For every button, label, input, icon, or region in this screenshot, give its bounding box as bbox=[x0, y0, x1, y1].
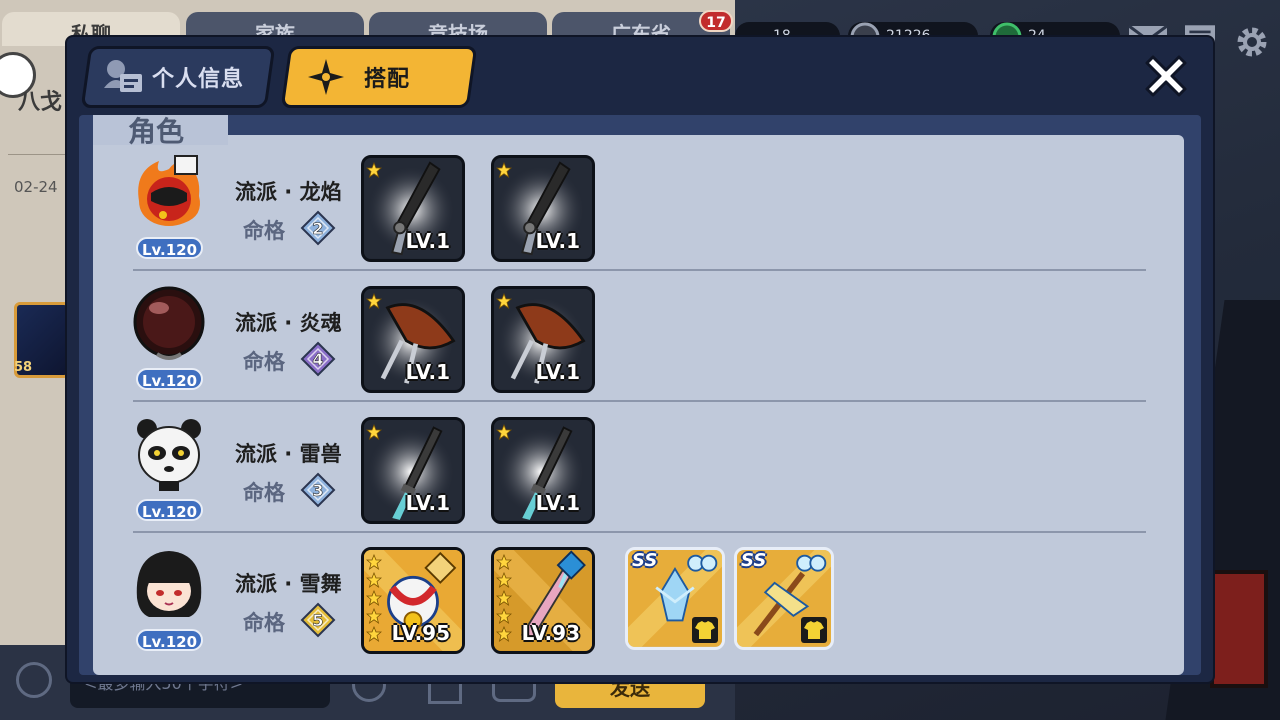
star-icon bbox=[365, 625, 383, 642]
tab-personal-info-label: 个人信息 bbox=[152, 67, 245, 92]
equipment-level: LV.1 bbox=[405, 360, 450, 384]
star-icon bbox=[365, 292, 383, 309]
character-level-badge: Lv.120 bbox=[136, 499, 203, 521]
row-divider bbox=[133, 269, 1146, 271]
fate-rank-value: 3 bbox=[312, 481, 323, 500]
fate-rank-value: 4 bbox=[312, 350, 323, 369]
chat-date: 02-24 bbox=[14, 178, 58, 196]
voice-icon[interactable] bbox=[16, 662, 52, 698]
fate-label: 命格 bbox=[243, 350, 285, 374]
equipment-slot[interactable]: LV.93 bbox=[491, 547, 595, 654]
character-row: Lv.120 流派 · 雷兽命格 3 LV.1 LV.1 bbox=[93, 403, 1184, 534]
chat-contact-name: 八戈 bbox=[18, 90, 63, 115]
star-icon bbox=[365, 607, 383, 624]
character-school: 流派 · 炎魂 bbox=[235, 311, 342, 335]
star-icon bbox=[365, 161, 383, 178]
card-rarity-label: SS bbox=[741, 550, 767, 571]
equipment-slot[interactable]: LV.1 bbox=[361, 155, 465, 262]
character-school: 流派 · 龙焰 bbox=[235, 180, 342, 204]
character-row: Lv.120 流派 · 炎魂命格 4 LV.1 LV.1 bbox=[93, 272, 1184, 403]
equipment-slot[interactable]: LV.1 bbox=[491, 155, 595, 262]
equipment-level: LV.1 bbox=[535, 491, 580, 515]
fate-label: 命格 bbox=[243, 219, 285, 243]
equipment-slot[interactable]: LV.95 bbox=[361, 547, 465, 654]
equipment-level: LV.1 bbox=[405, 229, 450, 253]
fate-rank-icon: 2 bbox=[300, 210, 336, 246]
fate-label: 命格 bbox=[243, 481, 285, 505]
panda-avatar[interactable] bbox=[129, 413, 209, 493]
character-school: 流派 · 雷兽 bbox=[235, 442, 342, 466]
shirt-icon bbox=[692, 617, 718, 643]
ss-card[interactable]: SS bbox=[734, 547, 834, 650]
star-icon bbox=[495, 589, 513, 606]
black-hair-girl-avatar[interactable] bbox=[129, 543, 209, 623]
profile-card-icon bbox=[104, 60, 142, 92]
equipment-slot[interactable]: LV.1 bbox=[361, 417, 465, 524]
red-lantern bbox=[1210, 570, 1268, 688]
shirt-icon bbox=[801, 617, 827, 643]
content-frame: Lv.120 流派 · 龙焰 命格 2 LV.1 LV.1 Lv.120 流派 … bbox=[79, 115, 1201, 675]
fire-ninja-avatar[interactable] bbox=[129, 151, 209, 231]
star-icon bbox=[495, 553, 513, 570]
character-level-badge: Lv.120 bbox=[136, 237, 203, 259]
tab-loadout[interactable]: 搭配 bbox=[280, 46, 478, 108]
star-icon bbox=[495, 607, 513, 624]
unread-badge: 17 bbox=[699, 10, 733, 32]
equipment-slot[interactable]: LV.1 bbox=[491, 417, 595, 524]
star-icon bbox=[365, 589, 383, 606]
tab-loadout-label: 搭配 bbox=[364, 67, 411, 92]
equipment-level: LV.93 bbox=[521, 621, 580, 645]
fate-rank-icon: 3 bbox=[300, 472, 336, 508]
gear-icon[interactable] bbox=[1234, 24, 1270, 60]
card-rarity-label: SS bbox=[632, 550, 658, 571]
star-icon bbox=[495, 161, 513, 178]
fate-rank-icon: 4 bbox=[300, 341, 336, 377]
fate-rank-value: 5 bbox=[312, 611, 323, 630]
chat-thumb-level: 58 bbox=[14, 360, 33, 375]
star-icon bbox=[495, 571, 513, 588]
character-level-badge: Lv.120 bbox=[136, 629, 203, 651]
fate-rank-value: 2 bbox=[312, 219, 323, 238]
character-row: Lv.120 流派 · 雪舞 命格 5 LV.95 LV.93 SS SS bbox=[93, 533, 1184, 664]
character-list-panel: Lv.120 流派 · 龙焰 命格 2 LV.1 LV.1 Lv.120 流派 … bbox=[93, 135, 1184, 675]
equipment-level: LV.1 bbox=[535, 360, 580, 384]
equipment-slot[interactable]: LV.1 bbox=[361, 286, 465, 393]
equipment-level: LV.95 bbox=[391, 621, 450, 645]
fate-rank-icon: 5 bbox=[300, 602, 336, 638]
character-level-badge: Lv.120 bbox=[136, 368, 203, 390]
tab-personal-info[interactable]: 个人信息 bbox=[80, 46, 276, 108]
character-school: 流派 · 雪舞 bbox=[235, 572, 342, 596]
equipment-level: LV.1 bbox=[405, 491, 450, 515]
player-info-dialog: 个人信息 搭配 Lv.120 流派 · 龙焰 命格 2 LV.1 LV.1 Lv… bbox=[67, 37, 1213, 682]
star-icon bbox=[495, 625, 513, 642]
character-row: Lv.120 流派 · 龙焰命格 2 LV.1 LV.1 bbox=[93, 141, 1184, 272]
row-divider bbox=[133, 400, 1146, 402]
ss-card[interactable]: SS bbox=[625, 547, 725, 650]
chat-divider bbox=[8, 154, 68, 155]
star-icon bbox=[365, 571, 383, 588]
shuriken-icon bbox=[308, 59, 344, 95]
fate-label: 命格 bbox=[243, 611, 285, 635]
star-icon bbox=[365, 423, 383, 440]
dark-orb-avatar[interactable] bbox=[129, 282, 209, 362]
star-icon bbox=[495, 292, 513, 309]
close-icon[interactable] bbox=[1139, 51, 1193, 105]
star-icon bbox=[365, 553, 383, 570]
star-icon bbox=[495, 423, 513, 440]
equipment-slot[interactable]: LV.1 bbox=[491, 286, 595, 393]
section-title-characters: 角色 bbox=[93, 115, 228, 148]
equipment-level: LV.1 bbox=[535, 229, 580, 253]
